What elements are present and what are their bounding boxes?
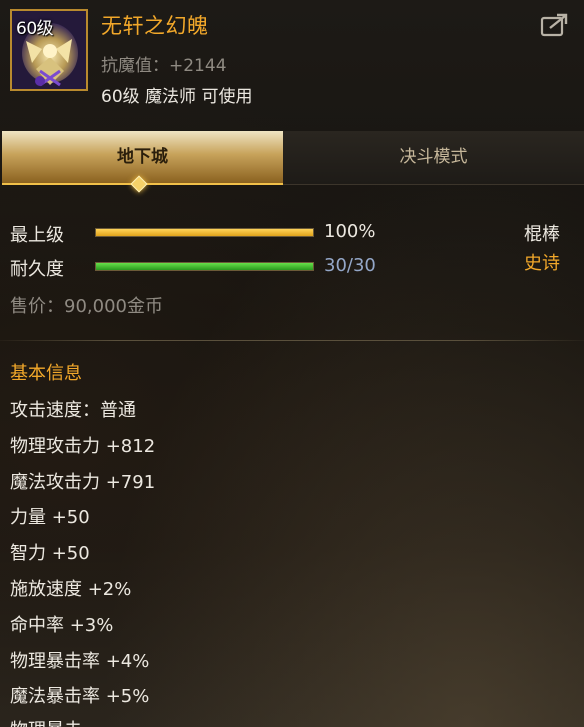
- mode-tab-bar: 地下城 决斗模式: [0, 131, 584, 193]
- grade-value: 100%: [324, 221, 376, 242]
- list-item-partial: 物理暴击: [10, 716, 82, 727]
- durability-bar-fill: [96, 263, 313, 270]
- list-item: 施放速度 +2%: [10, 578, 132, 600]
- durability-label: 耐久度: [10, 259, 64, 280]
- mage-staff-item-icon: 60级: [10, 9, 88, 91]
- list-item: 物理攻击力 +812: [10, 435, 156, 457]
- list-item: 魔法暴击率 +5%: [10, 686, 150, 708]
- tab-dungeon[interactable]: 地下城: [2, 131, 283, 185]
- class-requirement: 60级 魔法师 可使用: [101, 87, 253, 107]
- item-name: 无轩之幻魄: [101, 14, 209, 38]
- list-item: 攻击速度：普通: [10, 400, 136, 421]
- list-item: 魔法攻击力 +791: [10, 471, 156, 493]
- list-item: 命中率 +3%: [10, 614, 114, 636]
- grade-bar-fill: [96, 229, 313, 236]
- item-header: 60级 无轩之幻魄 抗魔值：+2144 60级 魔法师 可使用: [0, 0, 584, 118]
- durability-value: 30/30: [324, 255, 376, 276]
- grade-label: 最上级: [10, 225, 64, 246]
- item-tooltip-panel: 60级 无轩之幻魄 抗魔值：+2144 60级 魔法师 可使用 地下城 决斗模式…: [0, 0, 584, 727]
- item-level-badge: 60级: [16, 19, 54, 39]
- list-item: 力量 +50: [10, 507, 90, 529]
- durability-bar: [95, 262, 314, 271]
- list-item: 物理暴击率 +4%: [10, 650, 150, 672]
- sell-price: 售价：90,000金币: [10, 296, 163, 317]
- tab-duel-mode[interactable]: 决斗模式: [283, 131, 584, 185]
- list-item: 智力 +50: [10, 543, 90, 565]
- section-divider: [0, 340, 584, 341]
- anti-magic-value: 抗魔值：+2144: [101, 56, 227, 76]
- rarity-label: 史诗: [524, 253, 560, 274]
- basic-info-list: 攻击速度：普通 物理攻击力 +812 魔法攻击力 +791 力量 +50 智力 …: [10, 396, 155, 718]
- basic-info-title: 基本信息: [10, 363, 82, 384]
- grade-bar: [95, 228, 314, 237]
- share-export-icon[interactable]: [540, 12, 570, 38]
- weapon-type: 棍棒: [524, 224, 560, 245]
